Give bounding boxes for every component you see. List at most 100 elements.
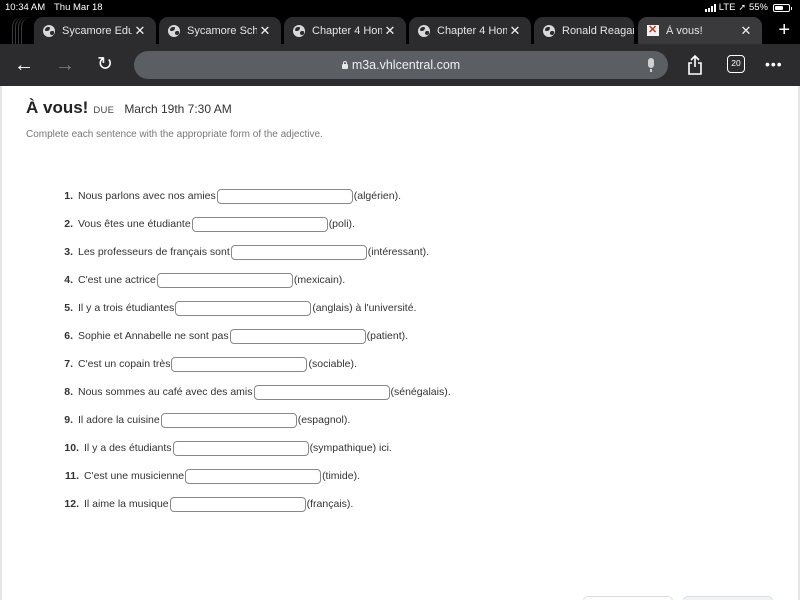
- microphone-icon[interactable]: [648, 58, 654, 72]
- share-icon[interactable]: [687, 55, 703, 75]
- assignment-header: À vous! DUE March 19th 7:30 AM: [26, 98, 232, 118]
- tab-title: Sycamore Educ: [62, 24, 132, 37]
- battery-label: 55%: [748, 2, 768, 13]
- globe-icon: [418, 24, 430, 37]
- reload-button[interactable]: ↻: [93, 53, 117, 77]
- answer-input-5[interactable]: [175, 300, 312, 316]
- question-prompt: Il aime la musique: [84, 498, 169, 510]
- question-6: 6. Sophie et Annabelle ne sont pas (pati…: [2, 326, 408, 346]
- question-hint: (intéressant).: [367, 246, 430, 258]
- tab-count-button[interactable]: 20: [727, 55, 745, 73]
- tab-2[interactable]: Chapter 4 Hom ✕: [284, 17, 406, 44]
- question-hint: (espagnol).: [297, 414, 351, 426]
- footer-button-right[interactable]: [683, 596, 773, 600]
- question-hint: (timide).: [322, 470, 360, 482]
- question-hint: (sympathique) ici.: [309, 442, 392, 454]
- close-icon[interactable]: ✕: [382, 23, 398, 39]
- close-icon[interactable]: ✕: [132, 23, 148, 39]
- answer-input-2[interactable]: [191, 216, 328, 232]
- back-button[interactable]: ←: [12, 53, 36, 77]
- question-prompt: Il adore la cuisine: [78, 414, 160, 426]
- address-bar[interactable]: m3a.vhlcentral.com: [134, 51, 668, 79]
- question-5: 5. Il y a trois étudiantes (anglais) à l…: [2, 298, 416, 318]
- browser-toolbar: ← → ↻ m3a.vhlcentral.com 20 •••: [0, 44, 800, 86]
- question-hint: (patient).: [366, 330, 409, 342]
- tab-title: À vous!: [666, 24, 703, 37]
- tab-title: Chapter 4 Hom: [437, 24, 507, 37]
- answer-input-8[interactable]: [253, 384, 390, 400]
- tab-stack-indicator[interactable]: [12, 17, 36, 44]
- status-indicators: LTE ➚ 55%: [704, 2, 792, 13]
- question-number: 12.: [64, 498, 79, 510]
- answer-input-4[interactable]: [156, 272, 293, 288]
- globe-icon: [43, 24, 55, 37]
- question-hint: (anglais) à l'université.: [312, 302, 417, 314]
- question-prompt: Les professeurs de français sont: [78, 246, 230, 258]
- question-number: 4.: [64, 274, 73, 286]
- tab-1[interactable]: Sycamore Scho ✕: [159, 17, 281, 44]
- tab-title: Sycamore Scho: [187, 24, 257, 37]
- question-number: 7.: [64, 358, 73, 370]
- question-7: 7. C'est un copain très (sociable).: [2, 354, 357, 374]
- question-prompt: Nous sommes au café avec des amis: [78, 386, 253, 398]
- signal-icon: [704, 3, 716, 12]
- answer-input-6[interactable]: [229, 328, 366, 344]
- answer-input-10[interactable]: [172, 440, 309, 456]
- vhl-favicon-icon: [647, 23, 659, 36]
- tab-4[interactable]: Ronald Reagan: [534, 17, 634, 44]
- question-10: 10. Il y a des étudiants (sympathique) i…: [2, 438, 392, 458]
- close-icon[interactable]: ✕: [507, 23, 523, 39]
- due-label: DUE: [93, 105, 115, 116]
- question-2: 2. Vous êtes une étudiante (poli).: [2, 214, 355, 234]
- answer-input-3[interactable]: [230, 244, 367, 260]
- question-number: 2.: [64, 218, 73, 230]
- question-hint: (mexicain).: [293, 274, 346, 286]
- url-text: m3a.vhlcentral.com: [351, 58, 461, 72]
- tab-title: Chapter 4 Hom: [312, 24, 382, 37]
- globe-icon: [543, 24, 555, 37]
- question-prompt: Il y a trois étudiantes: [78, 302, 175, 314]
- question-9: 9. Il adore la cuisine (espagnol).: [2, 410, 350, 430]
- more-menu-button[interactable]: •••: [765, 56, 783, 72]
- question-4: 4. C'est une actrice (mexicain).: [2, 270, 345, 290]
- lock-icon: [341, 60, 348, 69]
- question-number: 11.: [64, 470, 79, 482]
- question-number: 6.: [64, 330, 73, 342]
- question-prompt: Nous parlons avec nos amies: [78, 190, 216, 202]
- close-icon[interactable]: ✕: [738, 23, 754, 39]
- question-number: 5.: [64, 302, 73, 314]
- question-number: 9.: [64, 414, 73, 426]
- question-prompt: Vous êtes une étudiante: [78, 218, 191, 230]
- question-prompt: Sophie et Annabelle ne sont pas: [78, 330, 229, 342]
- question-prompt: Il y a des étudiants: [84, 442, 172, 454]
- tab-5-active[interactable]: À vous! ✕: [638, 17, 762, 44]
- close-icon[interactable]: ✕: [257, 23, 273, 39]
- answer-input-9[interactable]: [160, 412, 297, 428]
- tab-title: Ronald Reagan: [562, 24, 634, 37]
- footer-button-left[interactable]: [583, 596, 673, 600]
- globe-icon: [168, 24, 180, 37]
- forward-button[interactable]: →: [53, 53, 77, 77]
- question-12: 12. Il aime la musique (français).: [2, 494, 353, 514]
- new-tab-button[interactable]: +: [778, 20, 790, 40]
- question-11: 11. C'est une musicienne (timide).: [2, 466, 360, 486]
- answer-input-12[interactable]: [169, 496, 306, 512]
- page-title: À vous!: [26, 98, 89, 117]
- question-prompt: C'est un copain très: [78, 358, 171, 370]
- status-bar: 10:34 AM Thu Mar 18 LTE ➚ 55%: [0, 0, 800, 14]
- question-hint: (poli).: [328, 218, 355, 230]
- page-content: À vous! DUE March 19th 7:30 AM Complete …: [0, 86, 800, 600]
- status-time: 10:34 AM: [5, 2, 46, 13]
- network-label: LTE: [718, 2, 736, 13]
- question-number: 3.: [64, 246, 73, 258]
- question-8: 8. Nous sommes au café avec des amis (sé…: [2, 382, 451, 402]
- tab-0[interactable]: Sycamore Educ ✕: [34, 17, 156, 44]
- question-hint: (sociable).: [308, 358, 357, 370]
- status-date: Thu Mar 18: [54, 2, 103, 13]
- answer-input-7[interactable]: [171, 356, 308, 372]
- answer-input-11[interactable]: [185, 468, 322, 484]
- tab-3[interactable]: Chapter 4 Hom ✕: [409, 17, 531, 44]
- question-number: 1.: [64, 190, 73, 202]
- answer-input-1[interactable]: [216, 188, 353, 204]
- question-3: 3. Les professeurs de français sont (int…: [2, 242, 429, 262]
